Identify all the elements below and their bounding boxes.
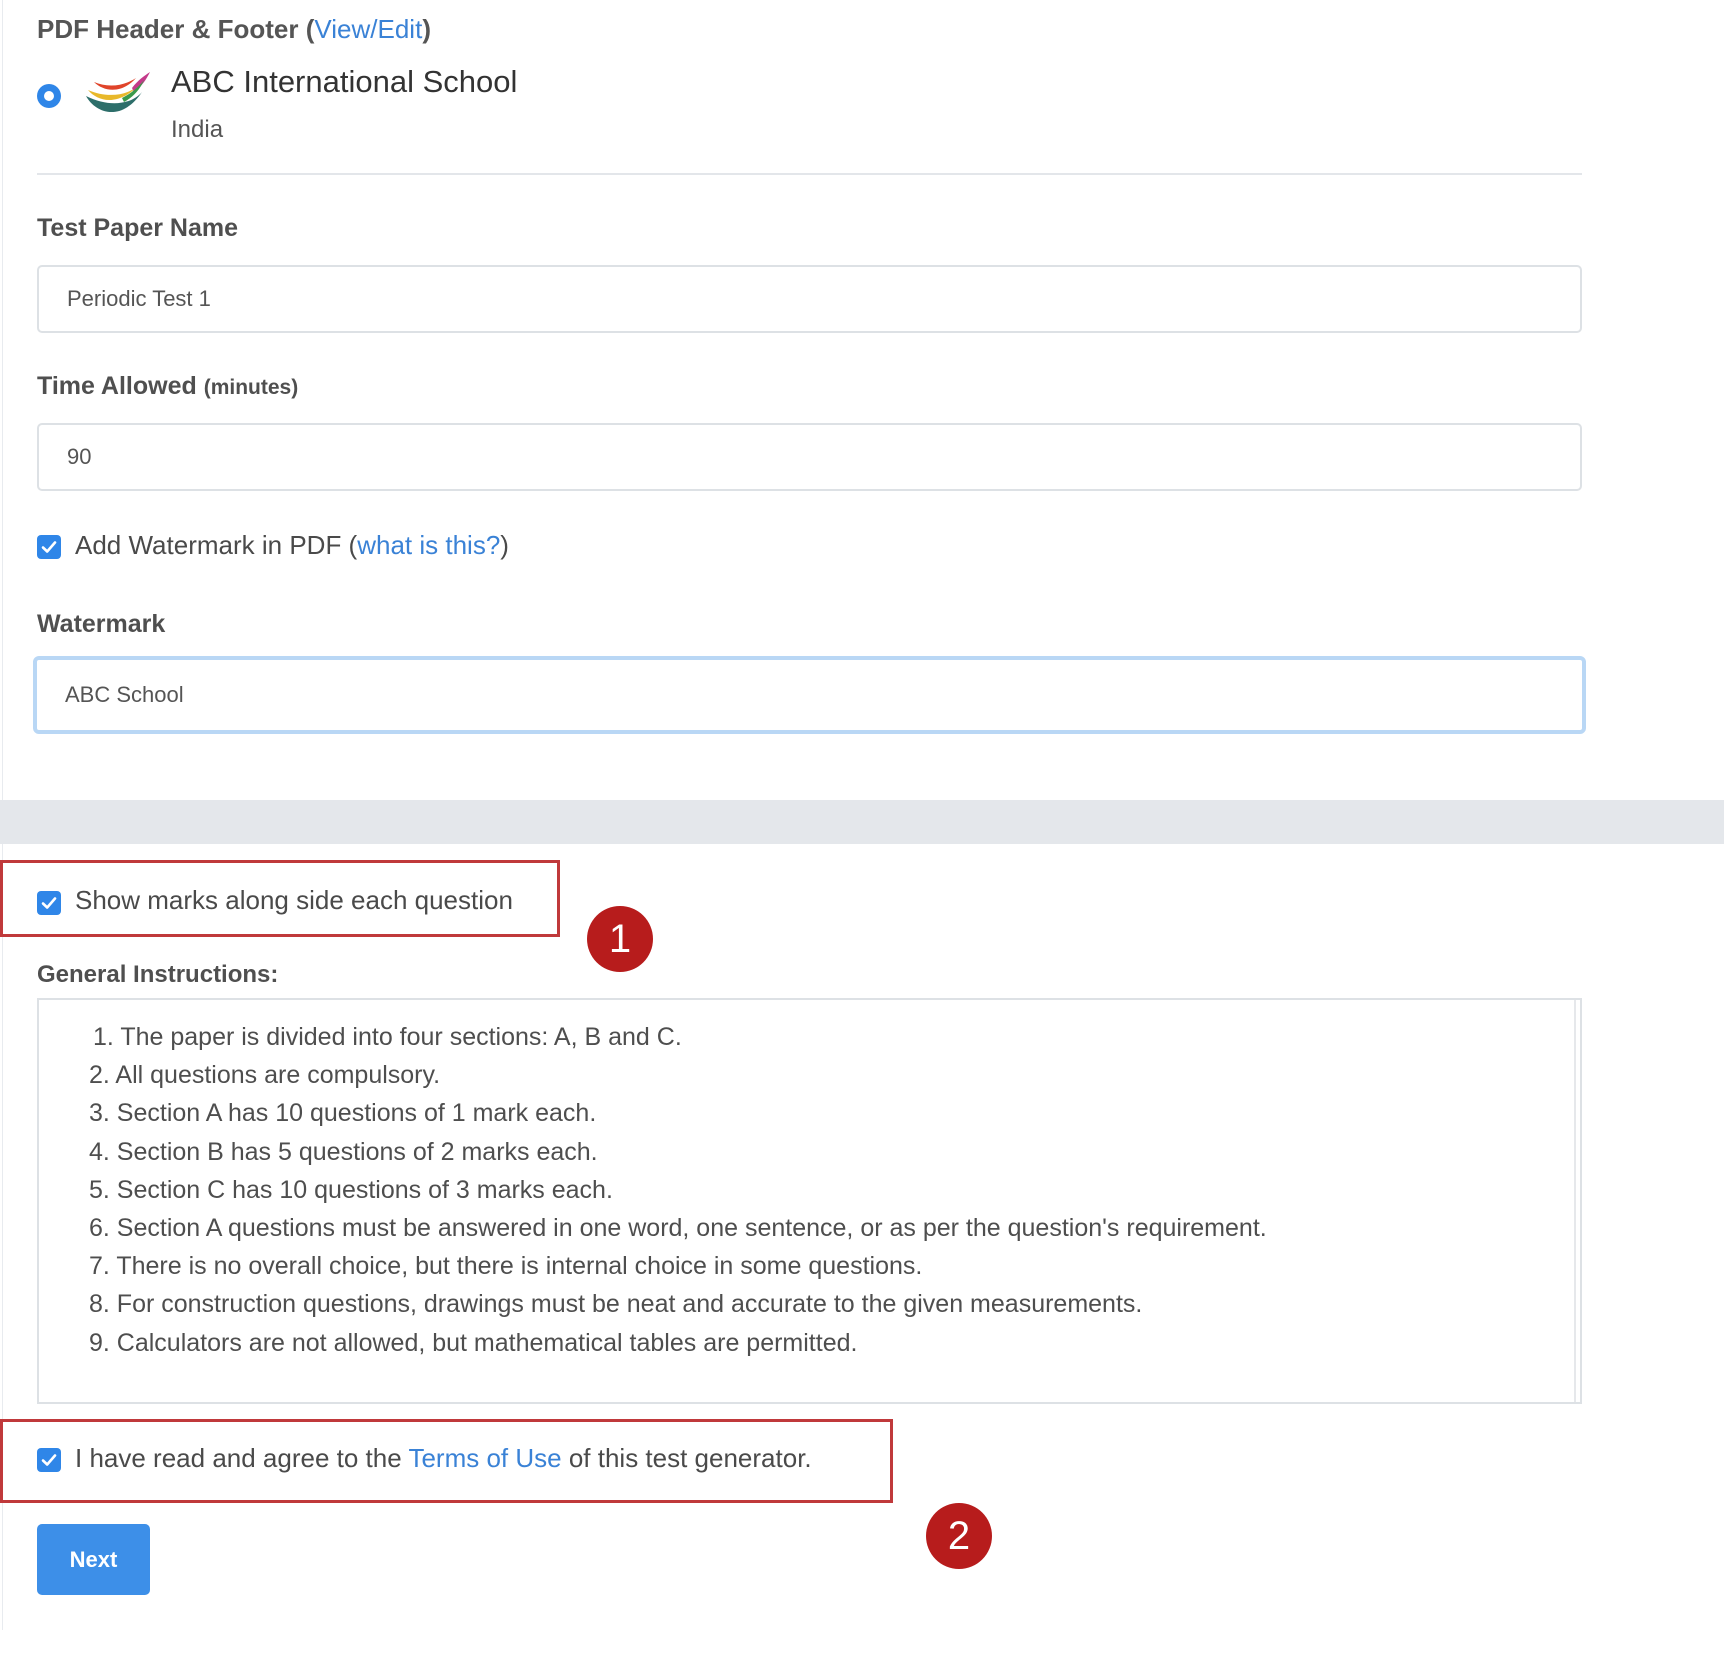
annotation-badge-1: 1 [587,906,653,972]
time-allowed-input[interactable] [37,423,1582,491]
checkmark-icon [41,541,57,553]
add-watermark-checkbox[interactable] [37,535,61,559]
test-paper-name-label: Test Paper Name [37,214,239,242]
annotation-badge-2: 2 [926,1503,992,1569]
pdf-header-footer-label: PDF Header & Footer (View/Edit) [37,14,431,44]
show-marks-label: Show marks along side each question [75,885,513,915]
school-logo [82,70,154,126]
view-edit-link[interactable]: View/Edit [314,14,422,44]
terms-of-use-link[interactable]: Terms of Use [408,1443,561,1473]
checkmark-icon [41,1454,57,1466]
next-button[interactable]: Next [37,1524,150,1595]
test-paper-name-input[interactable] [37,265,1582,333]
general-instructions-editor[interactable]: 1. The paper is divided into four sectio… [37,998,1582,1404]
instruction-item: 9. Calculators are not allowed, but math… [89,1328,858,1357]
terms-checkbox[interactable] [37,1448,61,1472]
editor-scroll-rule [1574,1000,1576,1402]
school-header-radio[interactable] [37,84,61,108]
watermark-input[interactable] [33,656,1586,734]
instruction-item: 8. For construction questions, drawings … [89,1290,1143,1319]
add-watermark-label: Add Watermark in PDF (what is this?) [75,530,509,560]
what-is-this-link[interactable]: what is this? [357,530,500,560]
general-instructions-label: General Instructions: [37,961,279,988]
section-separator [0,800,1724,844]
show-marks-checkbox[interactable] [37,891,61,915]
instructions-list: 1. The paper is divided into four sectio… [89,1018,1267,1362]
checkmark-icon [41,897,57,909]
instruction-item: 1. The paper is divided into four sectio… [93,1023,682,1051]
school-country: India [171,116,224,143]
instruction-item: 7. There is no overall choice, but there… [89,1252,923,1281]
time-allowed-unit: (minutes) [203,376,299,399]
divider [37,173,1582,175]
watermark-label: Watermark [37,610,166,638]
instruction-item: 6. Section A questions must be answered … [89,1214,1267,1243]
instruction-item: 5. Section C has 10 questions of 3 marks… [89,1175,613,1204]
school-name: ABC International School [171,64,518,99]
time-allowed-label: Time Allowed (minutes) [37,372,299,400]
instruction-item: 4. Section B has 5 questions of 2 marks … [89,1137,598,1166]
terms-label: I have read and agree to the Terms of Us… [75,1443,812,1473]
instruction-item: 3. Section A has 10 questions of 1 mark … [89,1099,597,1128]
instruction-item: 2. All questions are compulsory. [89,1061,441,1090]
